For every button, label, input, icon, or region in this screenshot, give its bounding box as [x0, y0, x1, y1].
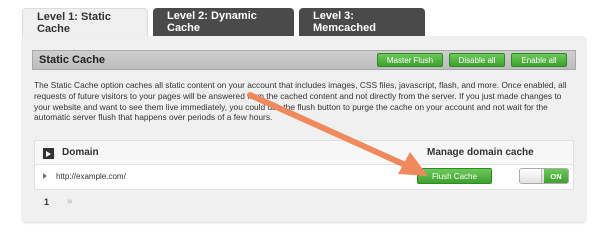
pagination: 1 »: [44, 196, 73, 207]
domain-table: Domain Manage domain cache http://exampl…: [34, 140, 574, 190]
master-flush-button[interactable]: Master Flush: [377, 53, 443, 67]
cache-level-tabs: Level 1: Static Cache Level 2: Dynamic C…: [22, 8, 430, 36]
static-cache-description: The Static Cache option caches all stati…: [34, 80, 567, 123]
column-header-domain: Domain: [62, 147, 99, 158]
page-number-current[interactable]: 1: [44, 197, 49, 207]
expand-all-icon[interactable]: [43, 148, 54, 159]
toggle-on-label: ON: [544, 169, 568, 183]
table-row: http://example.com/ Flush Cache ON: [35, 165, 573, 190]
tab-static-cache[interactable]: Level 1: Static Cache: [22, 8, 148, 36]
tab-memcached[interactable]: Level 3: Memcached: [299, 8, 425, 36]
disable-all-button[interactable]: Disable all: [449, 53, 505, 67]
cache-toggle[interactable]: ON: [519, 168, 569, 184]
flush-cache-button[interactable]: Flush Cache: [417, 168, 492, 184]
domain-url: http://example.com/: [56, 172, 126, 181]
panel-title: Static Cache: [39, 54, 106, 66]
static-cache-panel: Static Cache Master Flush Disable all En…: [22, 36, 586, 222]
toggle-knob: [520, 169, 542, 183]
column-header-manage-cache: Manage domain cache: [427, 147, 534, 158]
row-expand-icon[interactable]: [43, 173, 47, 179]
panel-header: Static Cache Master Flush Disable all En…: [32, 50, 576, 70]
table-header: Domain Manage domain cache: [35, 141, 573, 165]
tab-dynamic-cache[interactable]: Level 2: Dynamic Cache: [153, 8, 294, 36]
enable-all-button[interactable]: Enable all: [511, 53, 567, 67]
next-page-icon[interactable]: »: [67, 196, 73, 207]
